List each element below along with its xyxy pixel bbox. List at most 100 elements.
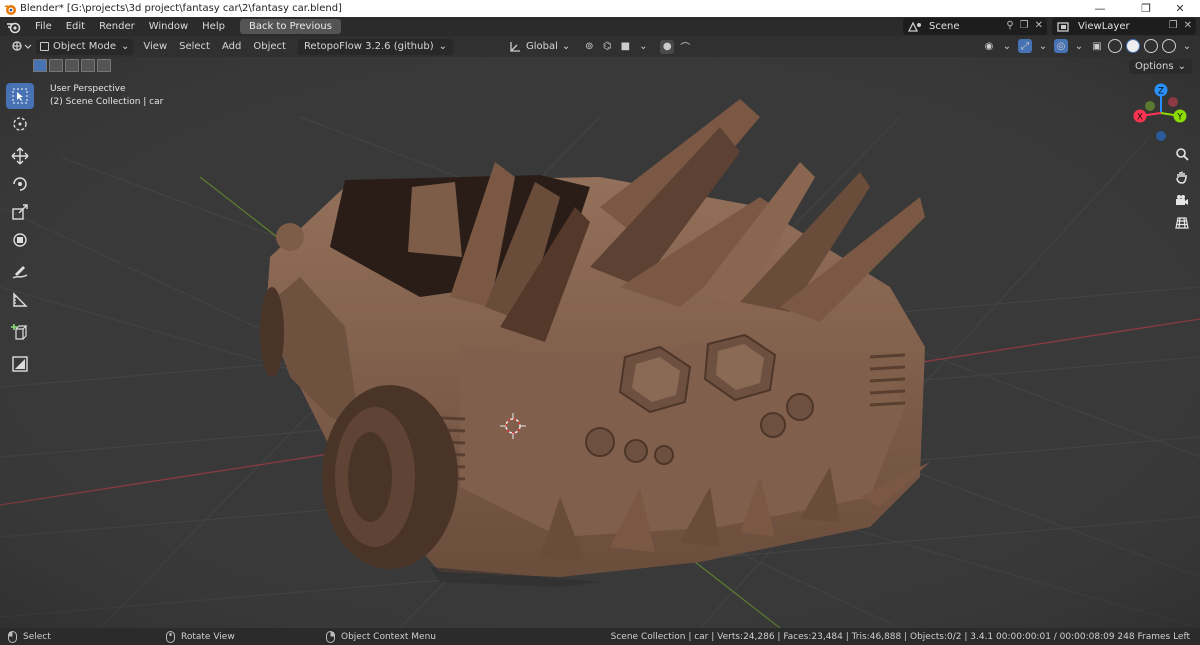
tool-transform[interactable] [6, 227, 34, 253]
gizmo-y-label: Y [1176, 113, 1183, 123]
gizmo-neg-y[interactable] [1145, 101, 1155, 111]
gizmo-neg-x[interactable] [1168, 97, 1178, 107]
view-layer-selector[interactable]: ViewLayer ❐ ✕ [1052, 18, 1196, 35]
minimize-button[interactable]: — [1080, 0, 1120, 17]
tool-scale[interactable] [6, 199, 34, 225]
back-to-previous-button[interactable]: Back to Previous [239, 19, 341, 34]
menu-select[interactable]: Select [173, 41, 216, 52]
menu-window[interactable]: Window [142, 21, 195, 32]
solid-shading-icon[interactable] [1126, 39, 1140, 53]
select-extend-button[interactable] [49, 59, 63, 72]
select-intersect-button[interactable] [97, 59, 111, 72]
wireframe-shading-icon[interactable] [1108, 39, 1122, 53]
viewport-scene[interactable] [0, 57, 1200, 628]
mouse-left-icon [8, 630, 17, 643]
rotate-hint: Rotate View [166, 630, 235, 643]
new-scene-icon[interactable]: ❐ [1020, 20, 1029, 31]
overlays-toggle-icon[interactable]: ◎ [1054, 39, 1068, 53]
tool-annotate[interactable] [6, 259, 34, 285]
material-shading-icon[interactable] [1144, 39, 1158, 53]
blender-menu-icon[interactable] [6, 20, 22, 34]
gizmo-neg-z[interactable] [1156, 131, 1166, 141]
falloff-icon[interactable]: ⌒ [678, 40, 692, 54]
tool-shelf [6, 83, 36, 377]
select-hint: Select [8, 630, 51, 643]
snap-target-icon[interactable]: ■ [618, 40, 632, 54]
chevron-down-icon: ⌄ [438, 41, 447, 52]
blender-topbar: File Edit Render Window Help Back to Pre… [0, 17, 1200, 36]
select-subtract-button[interactable] [65, 59, 79, 72]
retopoflow-icon [12, 356, 28, 372]
annotate-icon [12, 266, 28, 279]
select-new-button[interactable] [33, 59, 47, 72]
grid-icon [1175, 217, 1189, 229]
3d-viewport[interactable]: User Perspective (2) Scene Collection | … [0, 57, 1200, 628]
rotate-hint-label: Rotate View [181, 631, 235, 642]
scene-icon [907, 21, 921, 32]
menu-edit[interactable]: Edit [59, 21, 92, 32]
delete-scene-icon[interactable]: ✕ [1035, 20, 1043, 31]
snap-icon[interactable]: ⌬ [600, 40, 614, 54]
cursor-arrow-icon [12, 88, 28, 104]
menu-file[interactable]: File [28, 21, 59, 32]
hand-icon [1176, 171, 1187, 184]
scene-name: Scene [929, 21, 960, 32]
delete-view-layer-icon[interactable]: ✕ [1184, 20, 1192, 31]
tool-cursor[interactable] [6, 111, 34, 137]
object-mode-label: Object Mode [53, 41, 116, 52]
object-mode-dropdown[interactable]: Object Mode ⌄ [36, 38, 134, 55]
collection-label: (2) Scene Collection | car [50, 97, 164, 107]
tool-move[interactable] [6, 143, 34, 169]
viewport-display-controls: ◉ ⌄ ⤢ ⌄ ◎ ⌄ ▣ ⌄ [982, 39, 1194, 53]
scale-icon [12, 204, 28, 220]
context-menu-hint: Object Context Menu [326, 630, 437, 643]
scene-selector[interactable]: Scene ⚲ ❐ ✕ [903, 18, 1047, 35]
perspective-label: User Perspective [50, 84, 126, 94]
tool-retopoflow[interactable] [6, 351, 34, 377]
3d-cursor-icon [13, 117, 27, 131]
zoom-view-button[interactable] [1171, 143, 1193, 165]
menu-object[interactable]: Object [247, 41, 292, 52]
transform-orientation-icon [510, 41, 520, 52]
tool-rotate[interactable] [6, 171, 34, 197]
perspective-toggle-button[interactable] [1171, 212, 1193, 234]
pivot-point-icon[interactable]: ⊚ [582, 40, 596, 54]
chevron-down-icon: ⌄ [561, 41, 571, 52]
camera-view-button[interactable] [1171, 189, 1193, 211]
close-button[interactable]: ✕ [1160, 0, 1200, 17]
chevron-down-icon: ⌄ [121, 41, 130, 52]
blender-logo-icon [4, 4, 16, 15]
rotate-icon [13, 177, 27, 191]
chevron-down-icon[interactable]: ⌄ [636, 40, 650, 54]
context-menu-hint-label: Object Context Menu [341, 631, 437, 642]
tool-measure[interactable] [6, 287, 34, 313]
status-bar: Select Rotate View Object Context Menu S… [0, 628, 1200, 645]
rendered-shading-icon[interactable] [1162, 39, 1176, 53]
navigation-gizmo[interactable]: Z X Y [1128, 80, 1192, 146]
retopoflow-dropdown[interactable]: RetopoFlow 3.2.6 (github) ⌄ [297, 38, 453, 55]
chevron-down-icon: ⌄ [1182, 40, 1192, 52]
transform-orientation-dropdown[interactable]: Global [526, 41, 558, 52]
proportional-editing-icon[interactable]: ● [660, 39, 675, 54]
chevron-down-icon: ⌄ [1177, 61, 1186, 72]
menu-view[interactable]: View [137, 41, 173, 52]
transform-controls: Global ⌄ ⊚ ⌬ ■ ⌄ ● ⌒ [508, 39, 692, 54]
visibility-icon[interactable]: ◉ [982, 39, 996, 53]
menu-help[interactable]: Help [195, 21, 232, 32]
options-dropdown[interactable]: Options ⌄ [1129, 59, 1192, 74]
zoom-icon [1176, 148, 1189, 161]
pin-icon[interactable]: ⚲ [1006, 20, 1013, 31]
xray-toggle-icon[interactable]: ▣ [1090, 39, 1104, 53]
menu-render[interactable]: Render [92, 21, 142, 32]
editor-type-icon[interactable] [10, 39, 32, 54]
select-invert-button[interactable] [81, 59, 95, 72]
view-layer-icon [1057, 21, 1069, 32]
menu-add[interactable]: Add [216, 41, 247, 52]
tool-add-cube[interactable] [6, 319, 34, 345]
gizmo-toggle-icon[interactable]: ⤢ [1018, 39, 1032, 53]
new-view-layer-icon[interactable]: ❐ [1169, 20, 1178, 31]
tool-select-box[interactable] [6, 83, 34, 109]
gizmo-x-label: X [1137, 113, 1143, 123]
scene-statistics: Scene Collection | car | Verts:24,286 | … [610, 631, 1190, 642]
pan-view-button[interactable] [1171, 166, 1193, 188]
